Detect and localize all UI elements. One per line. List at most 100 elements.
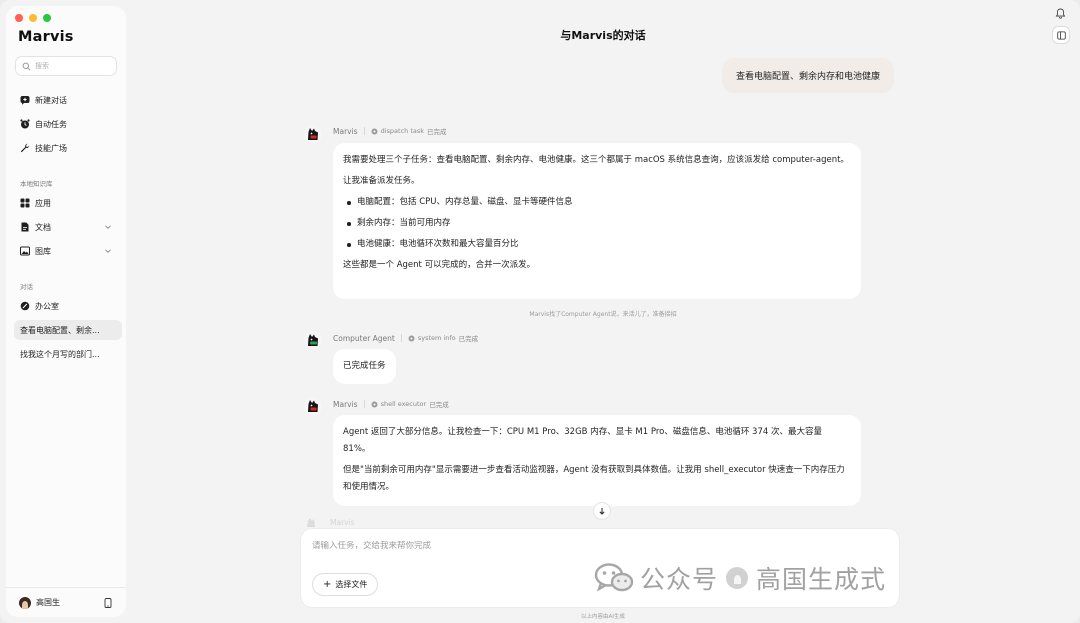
sender-name: Marvis (333, 126, 358, 136)
user-avatar (19, 596, 31, 609)
wrench-icon (20, 143, 30, 153)
sidebar: Marvis 新建对话 自动任务 技能广场 本地知识库 应用 文档 (6, 6, 126, 617)
tool-name: system info (417, 334, 456, 342)
marvis-avatar (304, 125, 322, 143)
nav-new-chat[interactable]: 新建对话 (14, 90, 118, 110)
window-controls (15, 14, 51, 22)
nav-label: 文档 (35, 222, 51, 232)
conversation-title: 办公室 (35, 301, 59, 311)
message-paragraph: Agent 返回了大部分信息。让我检查一下：CPU M1 Pro、32GB 内存… (343, 427, 822, 454)
gear-icon (371, 128, 378, 134)
document-icon (21, 222, 29, 232)
assistant-message-bubble: Agent 返回了大部分信息。让我检查一下：CPU M1 Pro、32GB 内存… (333, 415, 861, 506)
message-paragraph: 但是"当前剩余可用内存"显示需要进一步查看活动监视器，Agent 没有获取到具体… (343, 465, 845, 492)
message-text: 已完成任务 (343, 361, 386, 371)
search-box[interactable] (15, 56, 117, 76)
tool-status[interactable]: shell executor 已完成 (371, 399, 449, 409)
conversations-section-title: 对话 (20, 283, 33, 291)
marvis-avatar (304, 397, 322, 415)
nav-label: 新建对话 (35, 95, 67, 105)
search-icon (22, 62, 31, 70)
marvis-avatar (307, 518, 315, 527)
handoff-note: Marvis找了Computer Agent说，来活儿了，准备接招 (529, 311, 677, 318)
computer-agent-avatar (304, 331, 322, 349)
tool-status[interactable]: dispatch task 已完成 (371, 126, 447, 136)
page-title: 与Marvis的对话 (560, 29, 646, 42)
nav-auto-tasks[interactable]: 自动任务 (14, 114, 118, 134)
nav-label: 图库 (35, 246, 51, 256)
scroll-to-bottom-button[interactable] (593, 502, 611, 520)
tool-status-text: 已完成 (427, 128, 447, 136)
tool-status-text: 已完成 (458, 335, 479, 343)
chevron-down-icon[interactable] (104, 223, 112, 231)
sidebar-panel-icon (1056, 30, 1066, 40)
assistant-message-bubble: 我需要处理三个子任务：查看电脑配置、剩余内存、电池健康。这三个都属于 macOS… (333, 143, 861, 299)
list-item: 电池健康：电池循环次数和最大容量百分比 (343, 236, 851, 253)
message-paragraph: 让我准备派发任务。 (343, 176, 420, 186)
watermark-avatar (726, 567, 749, 589)
header-divider (363, 127, 365, 135)
list-item: 剩余内存：当前可用内存 (343, 215, 851, 232)
knowledge-item-apps[interactable]: 应用 (14, 193, 118, 213)
message-header: Marvis shell executor 已完成 (333, 399, 449, 410)
tool-status[interactable]: system info 已完成 (408, 333, 478, 343)
app-window: Marvis 新建对话 自动任务 技能广场 本地知识库 应用 文档 (0, 0, 1080, 623)
office-icon (20, 301, 30, 311)
sender-name: Computer Agent (333, 333, 395, 343)
conversation-title: 找我这个月写的部门... (20, 349, 100, 359)
assistant-message-bubble: 已完成任务 (333, 349, 396, 384)
message-list: 电脑配置：包括 CPU、内存总量、磁盘、显卡等硬件信息 剩余内存：当前可用内存 … (343, 194, 851, 253)
phone-icon[interactable] (104, 598, 112, 608)
search-input[interactable] (35, 62, 115, 70)
knowledge-item-gallery[interactable]: 图库 (14, 241, 118, 261)
sender-name: Marvis (330, 517, 355, 527)
message-paragraph: 我需要处理三个子任务：查看电脑配置、剩余内存、电池健康。这三个都属于 macOS… (343, 155, 849, 165)
message-header: Marvis dispatch task 已完成 (333, 126, 447, 137)
tool-name: dispatch task (380, 127, 425, 135)
watermark-text: 公众号 (640, 565, 719, 594)
header-divider (363, 400, 365, 408)
arrow-down-icon (599, 508, 605, 515)
message-header: Computer Agent system info 已完成 (333, 333, 478, 344)
knowledge-section-title: 本地知识库 (20, 180, 53, 188)
nav-label: 应用 (35, 198, 51, 208)
select-file-label: 选择文件 (335, 580, 368, 589)
message-paragraph: 这些都是一个 Agent 可以完成的，合并一次派发。 (343, 260, 536, 270)
conversation-title: 查看电脑配置、剩余... (20, 325, 100, 335)
tool-status-text: 已完成 (429, 401, 449, 409)
bell-icon[interactable] (1055, 8, 1066, 19)
close-window-button[interactable] (15, 14, 23, 22)
nav-label: 自动任务 (35, 119, 67, 129)
user-profile[interactable]: 高国生 (6, 587, 126, 617)
conversation-item[interactable]: 找我这个月写的部门... (14, 344, 122, 364)
ai-disclaimer: 以上内容由AI生成 (581, 614, 625, 620)
sender-name: Marvis (333, 399, 358, 409)
select-file-button[interactable]: + 选择文件 (312, 573, 379, 596)
faded-message-header: Marvis (304, 517, 355, 527)
nav-skill-plaza[interactable]: 技能广场 (14, 138, 118, 158)
nav-label: 技能广场 (35, 143, 67, 153)
knowledge-item-docs[interactable]: 文档 (14, 217, 118, 237)
chevron-down-icon[interactable] (104, 247, 112, 255)
plus-icon: + (323, 578, 332, 590)
user-name: 高国生 (36, 598, 60, 607)
chat-area: 与Marvis的对话 查看电脑配置、剩余内存和电池健康 Marvis dispa… (126, 0, 1080, 623)
conversation-item-active[interactable]: 查看电脑配置、剩余... (14, 320, 122, 340)
alarm-clock-icon (20, 119, 30, 129)
zoom-window-button[interactable] (43, 14, 51, 22)
watermark-author: 高国生成式 (756, 565, 887, 594)
conversation-item[interactable]: 办公室 (14, 296, 122, 316)
tool-name: shell executor (380, 400, 427, 408)
gear-icon (371, 401, 378, 407)
gear-icon (408, 335, 415, 341)
minimize-window-button[interactable] (29, 14, 37, 22)
task-input[interactable] (312, 541, 872, 551)
grid-icon (20, 198, 30, 208)
panel-toggle-button[interactable] (1052, 26, 1070, 44)
list-item: 电脑配置：包括 CPU、内存总量、磁盘、显卡等硬件信息 (343, 194, 851, 211)
app-logo: Marvis (18, 29, 74, 45)
header-divider (400, 334, 402, 342)
new-chat-icon (20, 96, 30, 105)
user-message-bubble: 查看电脑配置、剩余内存和电池健康 (722, 58, 895, 93)
wechat-logo-icon (594, 563, 634, 592)
